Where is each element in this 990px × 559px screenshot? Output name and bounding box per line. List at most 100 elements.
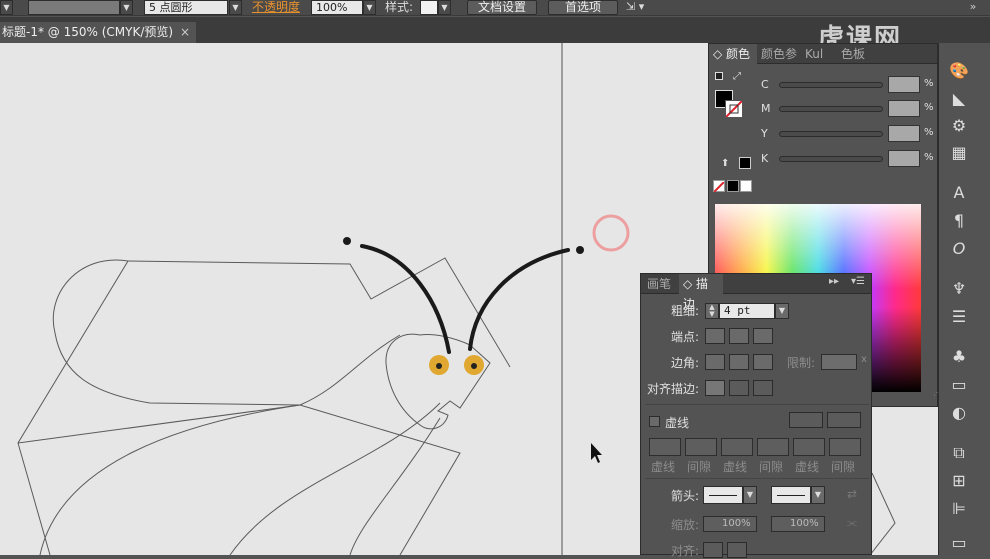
weight-stepper[interactable]: ▲ ▼ <box>705 303 719 319</box>
black-swatch[interactable] <box>727 180 739 192</box>
opacity-dropdown-arrow[interactable]: ▼ <box>363 0 376 15</box>
c-value-field[interactable] <box>888 76 920 93</box>
dash-3-label: 虚线 <box>795 460 820 474</box>
gradient-icon[interactable]: ◣ <box>946 88 972 110</box>
align-icon[interactable]: ⊫ <box>946 498 972 520</box>
weight-dropdown-arrow[interactable]: ▼ <box>775 303 789 319</box>
bevel-join-button[interactable] <box>753 354 773 370</box>
align-outside-button[interactable] <box>753 380 773 396</box>
start-arrowhead-arrow[interactable]: ▼ <box>743 486 757 504</box>
dash-2-field[interactable] <box>721 438 753 456</box>
dash-preserve-button[interactable] <box>789 412 823 428</box>
brush-dropdown-arrow[interactable]: ▼ <box>229 0 242 15</box>
swatches-grid-icon[interactable]: ▦ <box>946 142 972 164</box>
align-center-button[interactable] <box>705 380 725 396</box>
gap-2-field[interactable] <box>757 438 789 456</box>
dash-align-corners-button[interactable] <box>827 412 861 428</box>
y-slider[interactable] <box>779 131 883 137</box>
appearance-icon[interactable]: ⚙ <box>946 115 972 137</box>
body-line-left <box>229 402 441 556</box>
k-value-field[interactable] <box>888 150 920 167</box>
document-setup-button[interactable]: 文档设置 <box>467 0 537 15</box>
weight-field[interactable]: 4 pt <box>719 303 775 319</box>
arrow-align-place-button[interactable] <box>727 542 747 558</box>
tab-swatches[interactable]: 色板 <box>837 44 869 64</box>
character-icon[interactable]: A <box>946 182 972 204</box>
end-arrowhead-dropdown[interactable] <box>771 486 811 504</box>
artboards-icon[interactable]: ▭ <box>946 532 972 554</box>
round-join-button[interactable] <box>729 354 749 370</box>
out-of-gamut-icon[interactable]: ⬆ <box>721 158 729 169</box>
gap-3-field[interactable] <box>829 438 861 456</box>
tab-color[interactable]: ◇ 颜色 <box>709 44 757 64</box>
symbols-icon[interactable]: ♣ <box>946 346 972 368</box>
control-bar: ▼ ▼ 5 点圆形 ▼ 不透明度 100% ▼ 样式: ▼ 文档设置 首选项 ⇲… <box>0 0 990 16</box>
transform-icon[interactable]: ⊞ <box>946 470 972 492</box>
profile-dropdown[interactable] <box>28 0 120 15</box>
align-inside-button[interactable] <box>729 380 749 396</box>
opentype-icon[interactable]: O <box>946 238 972 260</box>
default-colors-icon[interactable] <box>715 72 723 80</box>
c-slider[interactable] <box>779 82 883 88</box>
upper-wing-outline <box>127 257 511 368</box>
stroke-icon[interactable]: ☰ <box>946 306 972 328</box>
transparency-icon[interactable]: ◐ <box>946 402 972 424</box>
tab-brushes[interactable]: 画笔 <box>643 274 675 294</box>
end-scale-field[interactable]: 100% <box>771 516 825 532</box>
swap-colors-icon[interactable]: ⤢ <box>733 71 741 82</box>
brush-icon[interactable]: ♆ <box>946 278 972 300</box>
profile-dropdown-arrow[interactable]: ▼ <box>120 0 133 15</box>
preferences-button[interactable]: 首选项 <box>548 0 618 15</box>
y-value-field[interactable] <box>888 125 920 142</box>
tool-dropdown-arrow[interactable]: ▼ <box>0 0 13 15</box>
brush-definition-dropdown[interactable]: 5 点圆形 <box>144 0 228 15</box>
dashed-line-checkbox[interactable] <box>649 416 660 427</box>
divider <box>645 404 869 405</box>
collapse-panel-icon[interactable]: ▸▸ <box>829 276 839 287</box>
opacity-field[interactable]: 100% <box>311 0 363 15</box>
limit-field[interactable] <box>821 354 857 370</box>
arrow-align-extend-button[interactable] <box>703 542 723 558</box>
dash-1-field[interactable] <box>649 438 681 456</box>
m-value-field[interactable] <box>888 100 920 117</box>
gradient-panel-icon[interactable]: ▭ <box>946 374 972 396</box>
white-swatch[interactable] <box>740 180 752 192</box>
start-arrowhead-dropdown[interactable] <box>703 486 743 504</box>
dash-1-label: 虚线 <box>651 460 676 474</box>
tab-color-guide[interactable]: 颜色参 <box>757 44 801 64</box>
opacity-label[interactable]: 不透明度 <box>252 0 300 14</box>
arrange-icon[interactable]: ⇲ ▾ <box>626 0 654 15</box>
paragraph-icon[interactable]: ¶ <box>946 210 972 232</box>
layers-icon[interactable]: ⧉ <box>946 442 972 464</box>
tab-stroke[interactable]: ◇ 描边 <box>679 274 723 311</box>
dash-3-field[interactable] <box>793 438 825 456</box>
stroke-swatch[interactable] <box>725 100 743 118</box>
last-color-swatch[interactable] <box>739 157 751 169</box>
projecting-cap-button[interactable] <box>753 328 773 344</box>
style-swatch[interactable] <box>420 0 438 15</box>
k-slider[interactable] <box>779 156 883 162</box>
gap-1-field[interactable] <box>685 438 717 456</box>
round-cap-button[interactable] <box>729 328 749 344</box>
dashed-line-label: 虚线 <box>665 416 690 430</box>
end-arrowhead-arrow[interactable]: ▼ <box>811 486 825 504</box>
upper-left-wing-curve <box>52 259 301 406</box>
panel-collapse-icon[interactable]: » <box>958 0 988 16</box>
color-guide-icon[interactable]: 🎨 <box>946 60 972 82</box>
document-tab[interactable]: 标题-1* @ 150% (CMYK/预览) × <box>0 22 196 43</box>
style-dropdown-arrow[interactable]: ▼ <box>438 0 451 15</box>
tab-kuler[interactable]: Kul <box>801 44 827 64</box>
close-tab-icon[interactable]: × <box>180 22 190 43</box>
swap-arrowheads-icon[interactable]: ⇄ <box>847 487 857 501</box>
right-anchor-point <box>576 246 584 254</box>
none-swatch[interactable] <box>713 180 725 193</box>
m-slider[interactable] <box>779 106 883 112</box>
k-label: K <box>761 152 769 165</box>
link-scale-icon[interactable]: ⫘ <box>847 516 857 530</box>
panel-menu-icon[interactable]: ▾☰ <box>851 276 865 287</box>
head-outline <box>385 333 491 430</box>
start-scale-field[interactable]: 100% <box>703 516 757 532</box>
butt-cap-button[interactable] <box>705 328 725 344</box>
miter-join-button[interactable] <box>705 354 725 370</box>
gap-2-label: 间隙 <box>759 460 784 474</box>
